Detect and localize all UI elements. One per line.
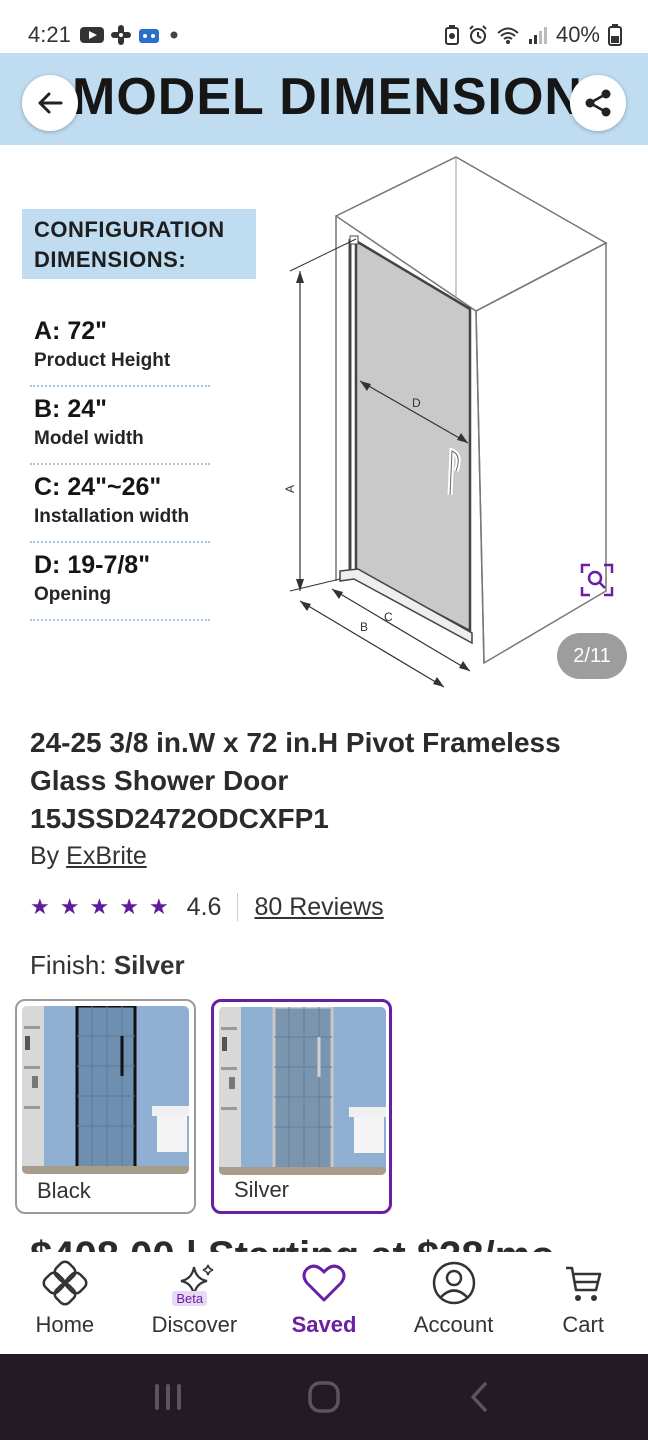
home-button-icon[interactable] bbox=[307, 1380, 341, 1414]
dimension-label: Installation width bbox=[34, 506, 190, 527]
dimension-list: A: 72" Product Height B: 24" Model width… bbox=[30, 309, 210, 621]
product-image-carousel[interactable]: MODEL DIMENSIONS CONFIGURATION DIMENSION… bbox=[0, 53, 648, 690]
dimension-value: C: 24"~26" bbox=[34, 473, 162, 501]
zoom-icon bbox=[580, 563, 614, 597]
configuration-header: CONFIGURATION DIMENSIONS: bbox=[22, 209, 256, 279]
star-icon: ★ bbox=[59, 894, 80, 919]
dimension-item: A: 72" Product Height bbox=[30, 309, 210, 387]
dimension-label: Model width bbox=[34, 428, 144, 449]
nav-label: Account bbox=[413, 1312, 494, 1337]
dimension-value: B: 24" bbox=[34, 395, 107, 423]
nav-label: Discover bbox=[151, 1312, 238, 1337]
app-icon bbox=[139, 29, 159, 43]
dimension-d-label: D bbox=[412, 396, 421, 410]
swatch-image bbox=[22, 1006, 189, 1174]
price-row: $408.00 | Starting at $38/mo bbox=[30, 1232, 590, 1252]
dimension-c-label: C bbox=[384, 610, 393, 624]
share-icon bbox=[585, 89, 611, 117]
account-icon bbox=[429, 1258, 479, 1308]
price-text: $408.00 | Starting at $38/mo bbox=[30, 1236, 590, 1252]
nav-home[interactable]: Home bbox=[0, 1252, 130, 1354]
sparkle-icon: Beta bbox=[169, 1258, 219, 1308]
rating-divider bbox=[237, 893, 239, 921]
home-icon bbox=[40, 1258, 90, 1308]
image-page-indicator: 2/11 bbox=[557, 633, 627, 679]
youtube-icon bbox=[80, 27, 104, 43]
back-button[interactable] bbox=[22, 75, 78, 131]
nav-discover[interactable]: Beta Discover bbox=[130, 1252, 260, 1354]
rating-value: 4.6 bbox=[186, 892, 222, 921]
star-rating: ★ ★ ★ ★ ★ bbox=[30, 894, 169, 920]
swatch-image bbox=[219, 1007, 386, 1175]
battery-percent: 40% bbox=[555, 22, 600, 47]
back-nav-icon[interactable] bbox=[463, 1380, 497, 1414]
reviews-link[interactable]: 80 Reviews bbox=[254, 893, 383, 922]
alarm-icon bbox=[469, 25, 487, 44]
nav-saved[interactable]: Saved bbox=[259, 1252, 389, 1354]
shower-door-diagram: A D C B bbox=[283, 156, 608, 688]
nav-account[interactable]: Account bbox=[389, 1252, 519, 1354]
finish-value: Silver bbox=[113, 950, 185, 980]
star-icon: ★ bbox=[119, 894, 139, 919]
product-title: 24-25 3/8 in.W x 72 in.H Pivot Frameless… bbox=[30, 727, 561, 834]
bottom-navigation: Home Beta Discover Saved Account Cart bbox=[0, 1252, 648, 1354]
slack-icon bbox=[111, 25, 131, 45]
status-time: 4:21 bbox=[28, 22, 71, 47]
system-status-icons: 40% bbox=[444, 22, 622, 48]
brand-line: By ExBrite bbox=[30, 842, 147, 871]
dimension-label: Product Height bbox=[34, 350, 171, 371]
banner-title: MODEL DIMENSIONS bbox=[72, 68, 619, 126]
dimension-item: B: 24" Model width bbox=[30, 387, 210, 465]
dimension-a-label: A bbox=[283, 485, 297, 493]
dimension-item: D: 19-7/8" Opening bbox=[30, 543, 210, 621]
finish-option-silver[interactable]: Silver bbox=[211, 999, 392, 1214]
star-icon: ★ bbox=[30, 894, 50, 919]
recent-apps-icon[interactable] bbox=[151, 1380, 185, 1414]
brand-prefix: By bbox=[30, 842, 60, 870]
system-navigation-bar bbox=[0, 1354, 648, 1440]
dimension-b-label: B bbox=[360, 620, 368, 634]
arrow-left-icon bbox=[38, 92, 63, 114]
nav-label: Saved bbox=[291, 1312, 357, 1337]
beta-badge: Beta bbox=[172, 1291, 208, 1306]
dimension-value: A: 72" bbox=[34, 317, 107, 345]
swatch-label: Silver bbox=[234, 1177, 290, 1202]
signal-icon bbox=[528, 27, 547, 44]
share-button[interactable] bbox=[570, 75, 626, 131]
rating-row: ★ ★ ★ ★ ★ 4.6 80 Reviews bbox=[30, 890, 384, 924]
configuration-title: CONFIGURATION DIMENSIONS: bbox=[34, 217, 225, 272]
nav-label: Home bbox=[35, 1312, 95, 1337]
cart-icon bbox=[558, 1258, 608, 1308]
star-icon: ★ bbox=[148, 894, 169, 919]
nav-cart[interactable]: Cart bbox=[518, 1252, 648, 1354]
star-icon: ★ bbox=[89, 894, 110, 919]
finish-label: Finish: bbox=[30, 950, 107, 980]
brand-link[interactable]: ExBrite bbox=[66, 842, 147, 870]
nav-label: Cart bbox=[562, 1312, 604, 1337]
finish-option-black[interactable]: Black bbox=[15, 999, 196, 1214]
dimension-label: Opening bbox=[34, 584, 112, 605]
dimensions-banner: MODEL DIMENSIONS bbox=[0, 53, 648, 145]
dot-icon bbox=[170, 31, 178, 39]
wifi-icon bbox=[497, 27, 519, 44]
dimension-value: D: 19-7/8" bbox=[34, 551, 151, 579]
finish-line: Finish: Silver bbox=[30, 950, 185, 981]
battery-saver-icon bbox=[444, 25, 459, 45]
battery-icon bbox=[608, 24, 622, 46]
zoom-button[interactable] bbox=[580, 563, 614, 597]
heart-icon bbox=[299, 1258, 349, 1308]
notification-icons bbox=[80, 24, 182, 46]
swatch-label: Black bbox=[37, 1178, 91, 1203]
dimension-item: C: 24"~26" Installation width bbox=[30, 465, 210, 543]
